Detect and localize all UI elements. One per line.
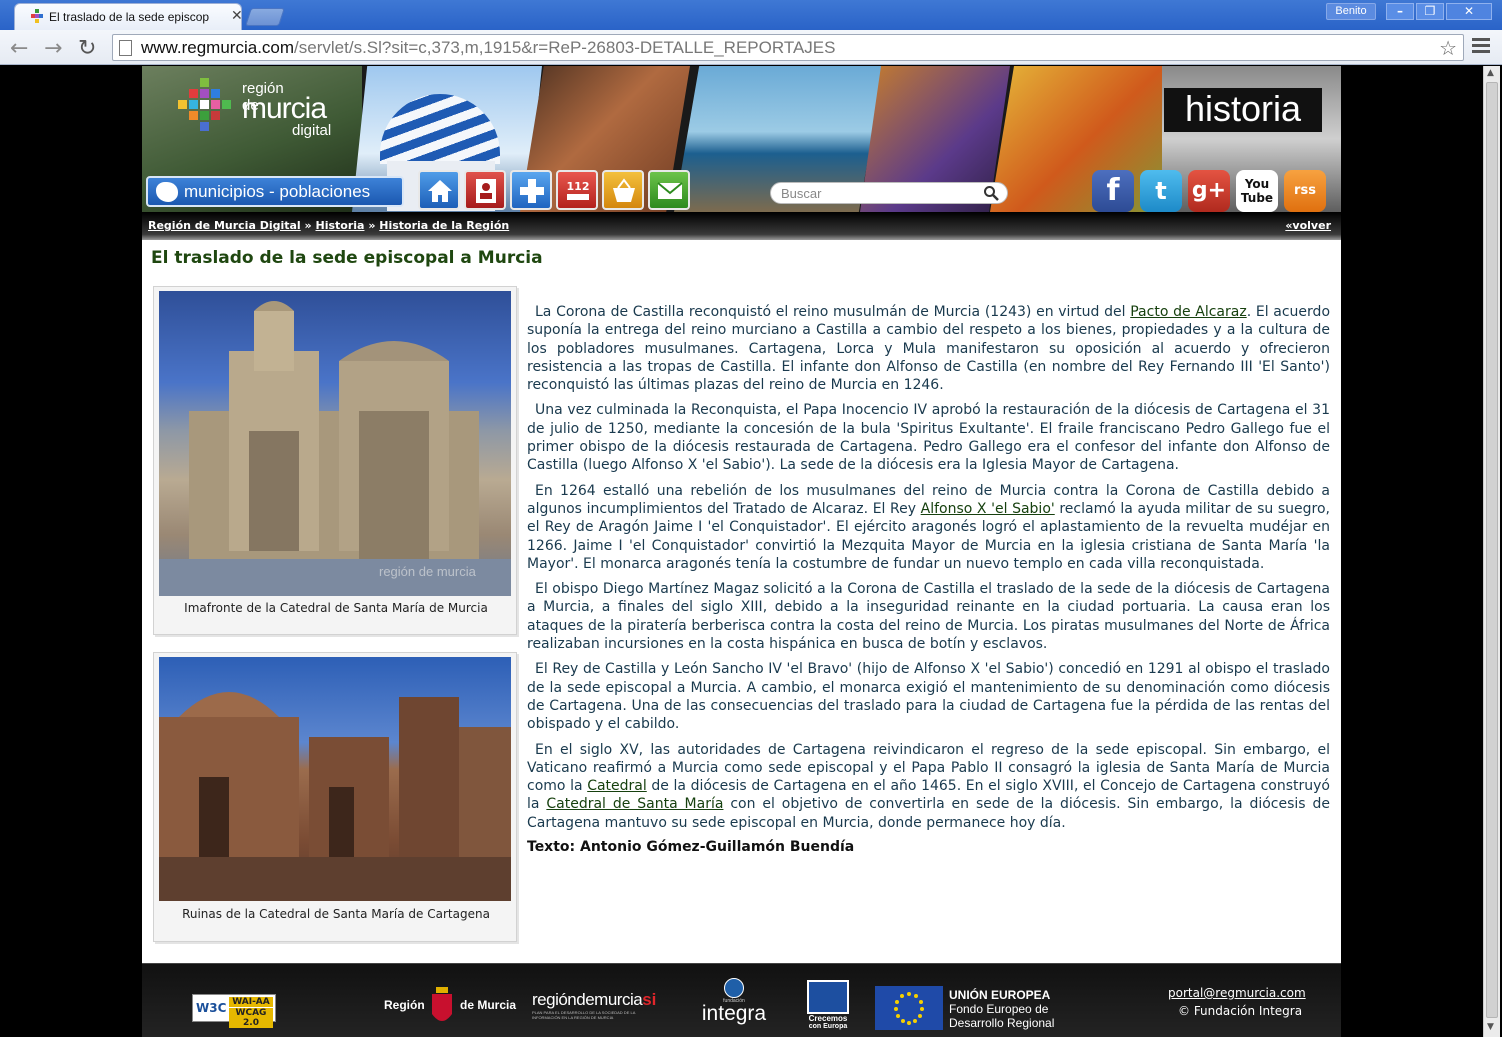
bookmark-star-icon[interactable]: ☆ bbox=[1439, 36, 1457, 60]
figure-cathedral-murcia: región de murcia Imafronte de la Catedra… bbox=[153, 286, 517, 635]
browser-toolbar: ← → ↻ www.regmurcia.com/servlet/s.Sl?sit… bbox=[0, 30, 1502, 65]
youtube-icon[interactable]: You Tube bbox=[1236, 170, 1278, 212]
regmurcia-favicon-icon bbox=[31, 9, 43, 23]
breadcrumb-link-historia[interactable]: Historia bbox=[316, 219, 365, 232]
breadcrumb: Región de Murcia Digital » Historia » Hi… bbox=[142, 212, 1341, 240]
link-pacto-de-alcaraz[interactable]: Pacto de Alcaraz bbox=[1130, 304, 1246, 320]
link-catedral[interactable]: Catedral bbox=[587, 778, 647, 794]
search-input[interactable] bbox=[781, 185, 977, 202]
breadcrumb-link-historia-region[interactable]: Historia de la Región bbox=[379, 219, 509, 232]
regiondemurcia-si-logo[interactable]: regióndemurciasi PLAN PARA EL DESARROLLO… bbox=[532, 990, 662, 1020]
browser-menu-icon[interactable] bbox=[1472, 38, 1490, 56]
mail-icon bbox=[657, 182, 683, 199]
region-de-murcia-logo[interactable]: Región de Murcia bbox=[384, 986, 520, 1032]
cathedral-murcia-photo[interactable]: región de murcia bbox=[159, 291, 511, 596]
link-alfonso-x[interactable]: Alfonso X 'el Sabio' bbox=[921, 501, 1055, 517]
page-icon bbox=[119, 40, 132, 56]
shopping-basket-icon bbox=[613, 178, 635, 202]
browser-tab[interactable]: El traslado de la sede episcop ✕ bbox=[14, 3, 243, 30]
forward-arrow-icon[interactable]: → bbox=[44, 36, 62, 61]
paragraph: En 1264 estalló una rebelión de los musu… bbox=[527, 482, 1330, 572]
restore-window-button[interactable]: ❐ bbox=[1416, 3, 1444, 20]
paragraph: En el siglo XV, las autoridades de Carta… bbox=[527, 741, 1330, 831]
facebook-icon[interactable]: f bbox=[1092, 170, 1134, 212]
rss-icon[interactable]: rss bbox=[1284, 170, 1326, 212]
minimize-window-button[interactable]: – bbox=[1386, 3, 1414, 20]
svg-text:112: 112 bbox=[567, 180, 590, 193]
page-title: El traslado de la sede episcopal a Murci… bbox=[151, 248, 543, 268]
contact-button[interactable] bbox=[464, 170, 506, 210]
figure-cathedral-cartagena: Ruinas de la Catedral de Santa María de … bbox=[153, 652, 517, 942]
footer: W3C WAI-AA WCAG 2.0 Región de Murcia reg… bbox=[142, 963, 1341, 1037]
copyright-text: © Fundación Integra bbox=[1178, 1004, 1303, 1018]
paragraph: El obispo Diego Martínez Magaz solicitó … bbox=[527, 581, 1330, 653]
twitter-icon[interactable]: t bbox=[1140, 170, 1182, 212]
paragraph: La Corona de Castilla reconquistó el rei… bbox=[527, 304, 1331, 394]
figure-caption: Ruinas de la Catedral de Santa María de … bbox=[182, 907, 490, 921]
back-link[interactable]: «volver bbox=[1285, 219, 1331, 232]
cathedral-cartagena-photo[interactable] bbox=[159, 657, 511, 901]
breadcrumb-link-home[interactable]: Región de Murcia Digital bbox=[148, 219, 301, 232]
shopping-button[interactable] bbox=[602, 170, 644, 210]
section-label: historia bbox=[1164, 88, 1322, 132]
reload-icon[interactable]: ↻ bbox=[78, 36, 96, 61]
new-tab-button[interactable] bbox=[245, 8, 285, 26]
back-arrow-icon[interactable]: ← bbox=[10, 36, 28, 61]
address-bar[interactable]: www.regmurcia.com/servlet/s.Sl?sit=c,373… bbox=[112, 34, 1464, 61]
fundacion-integra-logo[interactable]: fundación integra bbox=[694, 978, 774, 1034]
scroll-up-arrow-icon[interactable]: ▲ bbox=[1487, 68, 1494, 78]
tab-close-icon[interactable]: ✕ bbox=[231, 8, 243, 24]
user-profile-badge[interactable]: Benito bbox=[1326, 3, 1376, 20]
url-text[interactable]: www.regmurcia.com/servlet/s.Sl?sit=c,373… bbox=[141, 38, 835, 58]
eu-flag-icon bbox=[875, 986, 943, 1030]
close-window-button[interactable]: ✕ bbox=[1446, 3, 1492, 20]
tab-title: El traslado de la sede episcop bbox=[49, 10, 210, 24]
search-box bbox=[770, 182, 1008, 204]
vertical-scrollbar[interactable]: ▲ ▼ bbox=[1483, 66, 1500, 1037]
figure-caption: Imafronte de la Catedral de Santa María … bbox=[184, 601, 488, 615]
coat-of-arms-icon bbox=[432, 987, 452, 1021]
crecemos-con-europa-logo[interactable]: Crecemos con Europa bbox=[802, 980, 854, 1036]
link-catedral-santa-maria[interactable]: Catedral de Santa María bbox=[546, 796, 723, 812]
health-button[interactable] bbox=[510, 170, 552, 210]
author-credit: Texto: Antonio Gómez-Guillamón Buendía bbox=[527, 839, 855, 856]
emergency-112-button[interactable]: 112 bbox=[556, 170, 598, 210]
municipios-poblaciones-button[interactable]: municipios - poblaciones bbox=[146, 176, 404, 207]
mail-button[interactable] bbox=[648, 170, 690, 210]
emergency-112-icon: 112 bbox=[567, 180, 590, 200]
contact-email-link[interactable]: portal@regmurcia.com bbox=[1168, 986, 1306, 1000]
home-icon bbox=[428, 180, 452, 202]
google-plus-icon[interactable]: g+ bbox=[1188, 170, 1230, 212]
scrollbar-thumb[interactable] bbox=[1486, 82, 1498, 1018]
scroll-down-arrow-icon[interactable]: ▼ bbox=[1487, 1022, 1494, 1032]
header-banner: región de murcia digital municipios - po… bbox=[142, 66, 1341, 212]
contact-card-icon bbox=[476, 179, 496, 203]
eu-feder-text: UNIÓN EUROPEA Fondo Europeo de Desarroll… bbox=[949, 988, 1055, 1030]
paragraph: El Rey de Castilla y León Sancho IV 'el … bbox=[527, 661, 1330, 733]
browser-title-bar: El traslado de la sede episcop ✕ Benito … bbox=[0, 0, 1502, 30]
svg-text:región de murcia: región de murcia bbox=[379, 564, 477, 579]
w3c-wai-aa-badge[interactable]: W3C WAI-AA WCAG 2.0 bbox=[192, 994, 276, 1028]
paragraph: Una vez culminada la Reconquista, el Pap… bbox=[527, 402, 1330, 474]
health-cross-icon bbox=[520, 179, 544, 203]
home-button[interactable] bbox=[418, 170, 460, 210]
region-map-icon bbox=[156, 182, 178, 202]
search-icon[interactable] bbox=[983, 185, 999, 201]
article-body: La Corona de Castilla reconquistó el rei… bbox=[527, 303, 1330, 855]
web-page: región de murcia digital municipios - po… bbox=[142, 66, 1341, 1037]
